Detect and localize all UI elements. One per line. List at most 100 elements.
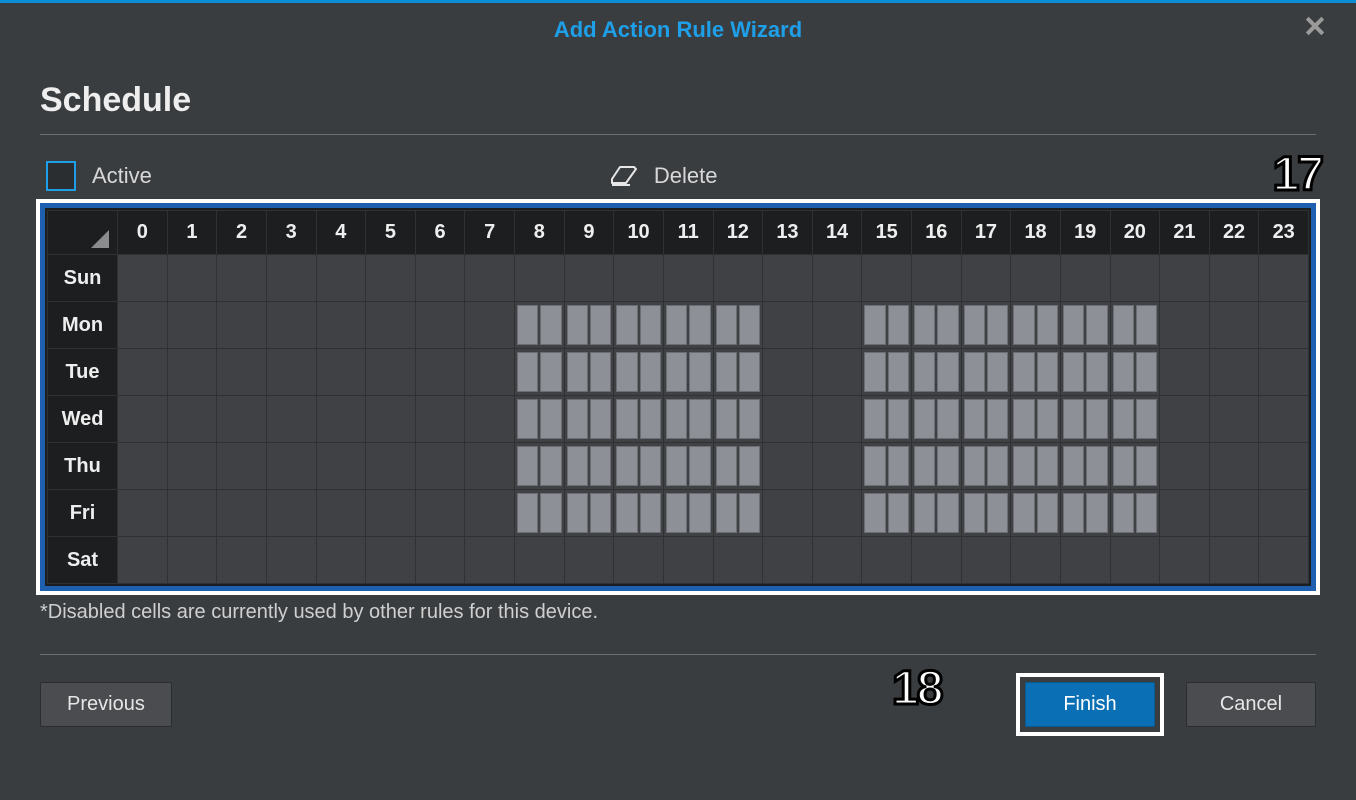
schedule-cell[interactable] [1209,349,1259,396]
grid-corner[interactable] [48,211,118,255]
schedule-cell[interactable] [763,396,813,443]
schedule-cell[interactable] [266,490,316,537]
schedule-cell[interactable] [961,302,1011,349]
schedule-cell[interactable] [118,443,168,490]
schedule-cell[interactable] [1259,396,1309,443]
schedule-cell[interactable] [614,302,664,349]
schedule-cell[interactable] [465,255,515,302]
schedule-cell[interactable] [713,349,763,396]
schedule-cell[interactable] [1110,302,1160,349]
delete-tool[interactable]: Delete [610,163,718,189]
schedule-cell[interactable] [912,349,962,396]
schedule-cell[interactable] [515,490,565,537]
day-header[interactable]: Sat [48,537,118,584]
schedule-cell[interactable] [1209,396,1259,443]
day-header[interactable]: Mon [48,302,118,349]
schedule-cell[interactable] [1110,396,1160,443]
schedule-cell[interactable] [1209,302,1259,349]
schedule-cell[interactable] [415,255,465,302]
schedule-cell[interactable] [118,396,168,443]
schedule-cell[interactable] [366,396,416,443]
schedule-cell[interactable] [564,537,614,584]
schedule-cell[interactable] [515,349,565,396]
schedule-cell[interactable] [1011,443,1061,490]
schedule-cell[interactable] [812,396,862,443]
schedule-cell[interactable] [614,490,664,537]
schedule-cell[interactable] [217,537,267,584]
hour-header[interactable]: 12 [713,211,763,255]
schedule-cell[interactable] [862,396,912,443]
schedule-cell[interactable] [812,490,862,537]
hour-header[interactable]: 23 [1259,211,1309,255]
schedule-cell[interactable] [961,349,1011,396]
schedule-cell[interactable] [1160,443,1210,490]
schedule-cell[interactable] [266,443,316,490]
hour-header[interactable]: 2 [217,211,267,255]
schedule-cell[interactable] [763,443,813,490]
active-checkbox-icon[interactable] [46,161,76,191]
schedule-cell[interactable] [515,443,565,490]
schedule-cell[interactable] [316,302,366,349]
schedule-cell[interactable] [614,443,664,490]
schedule-cell[interactable] [1110,490,1160,537]
schedule-cell[interactable] [614,537,664,584]
schedule-cell[interactable] [812,349,862,396]
schedule-cell[interactable] [1110,443,1160,490]
day-header[interactable]: Sun [48,255,118,302]
schedule-cell[interactable] [1160,396,1210,443]
schedule-cell[interactable] [961,255,1011,302]
schedule-cell[interactable] [465,349,515,396]
schedule-cell[interactable] [912,396,962,443]
schedule-cell[interactable] [1160,302,1210,349]
schedule-cell[interactable] [564,396,614,443]
schedule-cell[interactable] [465,396,515,443]
schedule-cell[interactable] [663,537,713,584]
schedule-cell[interactable] [1060,490,1110,537]
schedule-cell[interactable] [415,396,465,443]
schedule-cell[interactable] [366,490,416,537]
schedule-cell[interactable] [366,537,416,584]
schedule-cell[interactable] [713,302,763,349]
active-tool[interactable]: Active [46,161,152,191]
schedule-cell[interactable] [515,255,565,302]
schedule-cell[interactable] [167,302,217,349]
schedule-cell[interactable] [862,490,912,537]
schedule-cell[interactable] [961,443,1011,490]
day-header[interactable]: Fri [48,490,118,537]
schedule-cell[interactable] [663,255,713,302]
schedule-cell[interactable] [118,255,168,302]
schedule-cell[interactable] [266,255,316,302]
schedule-cell[interactable] [465,302,515,349]
hour-header[interactable]: 3 [266,211,316,255]
hour-header[interactable]: 18 [1011,211,1061,255]
schedule-cell[interactable] [1060,349,1110,396]
schedule-cell[interactable] [614,349,664,396]
schedule-cell[interactable] [465,443,515,490]
schedule-cell[interactable] [1060,255,1110,302]
schedule-cell[interactable] [713,490,763,537]
schedule-cell[interactable] [167,490,217,537]
schedule-cell[interactable] [266,349,316,396]
schedule-cell[interactable] [763,537,813,584]
schedule-cell[interactable] [415,490,465,537]
schedule-cell[interactable] [167,443,217,490]
schedule-cell[interactable] [961,537,1011,584]
schedule-cell[interactable] [1060,537,1110,584]
schedule-cell[interactable] [515,396,565,443]
schedule-cell[interactable] [862,443,912,490]
schedule-cell[interactable] [614,396,664,443]
schedule-cell[interactable] [912,490,962,537]
hour-header[interactable]: 6 [415,211,465,255]
schedule-cell[interactable] [1011,349,1061,396]
schedule-cell[interactable] [1259,490,1309,537]
schedule-cell[interactable] [763,255,813,302]
schedule-cell[interactable] [515,302,565,349]
schedule-cell[interactable] [118,349,168,396]
schedule-cell[interactable] [1209,490,1259,537]
hour-header[interactable]: 22 [1209,211,1259,255]
schedule-cell[interactable] [415,537,465,584]
schedule-cell[interactable] [415,349,465,396]
schedule-cell[interactable] [564,443,614,490]
schedule-cell[interactable] [1259,443,1309,490]
schedule-cell[interactable] [713,396,763,443]
